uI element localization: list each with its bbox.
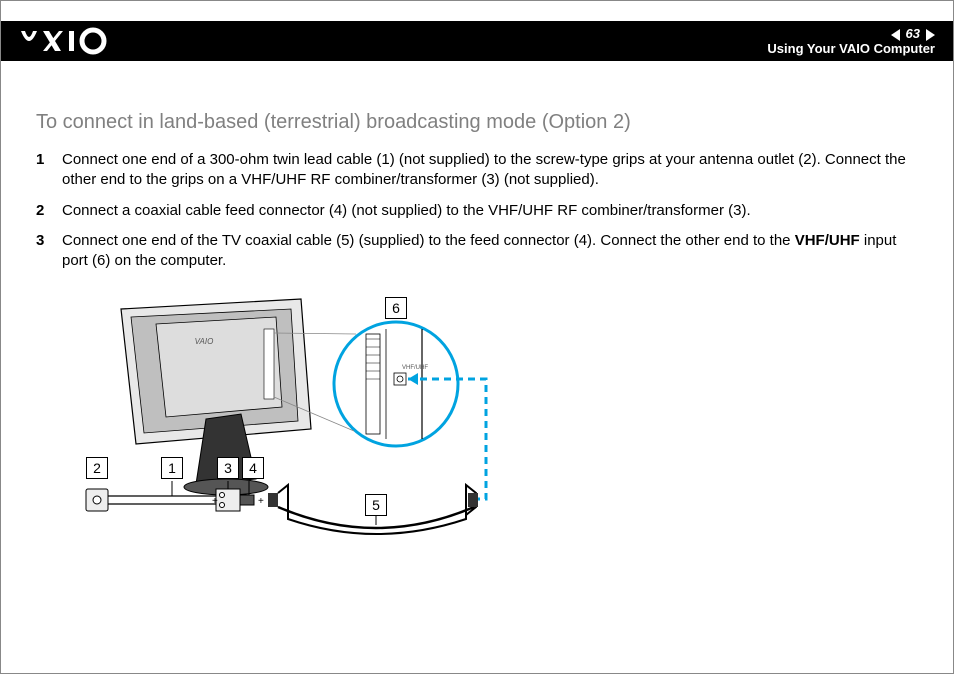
step-number: 3 bbox=[36, 231, 62, 272]
section-name: Using Your VAIO Computer bbox=[767, 42, 935, 57]
device-logo-text: VAIO bbox=[195, 337, 214, 346]
step-item: 3 Connect one end of the TV coaxial cabl… bbox=[36, 231, 918, 272]
step-item: 1 Connect one end of a 300-ohm twin lead… bbox=[36, 150, 918, 191]
section-heading: To connect in land-based (terrestrial) b… bbox=[36, 111, 918, 134]
prev-page-icon[interactable] bbox=[891, 29, 900, 41]
step-text: Connect one end of a 300-ohm twin lead c… bbox=[62, 150, 918, 191]
step-text: Connect one end of the TV coaxial cable … bbox=[62, 231, 918, 272]
step-text: Connect a coaxial cable feed connector (… bbox=[62, 201, 918, 221]
header-right: 63 Using Your VAIO Computer bbox=[767, 25, 935, 57]
port-label-text: VHF/UHF bbox=[402, 365, 428, 371]
callout-4: 4 bbox=[242, 457, 264, 479]
vaio-logo bbox=[19, 27, 129, 55]
step-text-bold: VHF/UHF bbox=[795, 232, 860, 249]
step-text-pre: Connect one end of the TV coaxial cable … bbox=[62, 232, 795, 249]
svg-text:+: + bbox=[212, 496, 218, 507]
monitor-illustration: VAIO bbox=[121, 299, 311, 495]
step-item: 2 Connect a coaxial cable feed connector… bbox=[36, 201, 918, 221]
callout-3: 3 bbox=[217, 457, 239, 479]
callout-1: 1 bbox=[161, 457, 183, 479]
step-number: 1 bbox=[36, 150, 62, 191]
diagram-svg: VAIO bbox=[76, 289, 556, 549]
connection-diagram: VAIO bbox=[76, 289, 556, 549]
page-number: 63 bbox=[906, 27, 920, 42]
bottom-chain: + + bbox=[86, 485, 478, 534]
steps-list: 1 Connect one end of a 300-ohm twin lead… bbox=[36, 150, 918, 271]
svg-text:+: + bbox=[258, 496, 264, 507]
page-frame: 63 Using Your VAIO Computer To connect i… bbox=[0, 0, 954, 674]
callout-6: 6 bbox=[385, 297, 407, 319]
step-number: 2 bbox=[36, 201, 62, 221]
content: To connect in land-based (terrestrial) b… bbox=[36, 111, 918, 549]
header-band: 63 Using Your VAIO Computer bbox=[1, 21, 953, 61]
callout-5: 5 bbox=[365, 494, 387, 516]
page-nav: 63 bbox=[767, 27, 935, 42]
vaio-logo-svg bbox=[19, 27, 129, 55]
callout-2: 2 bbox=[86, 457, 108, 479]
next-page-icon[interactable] bbox=[926, 29, 935, 41]
